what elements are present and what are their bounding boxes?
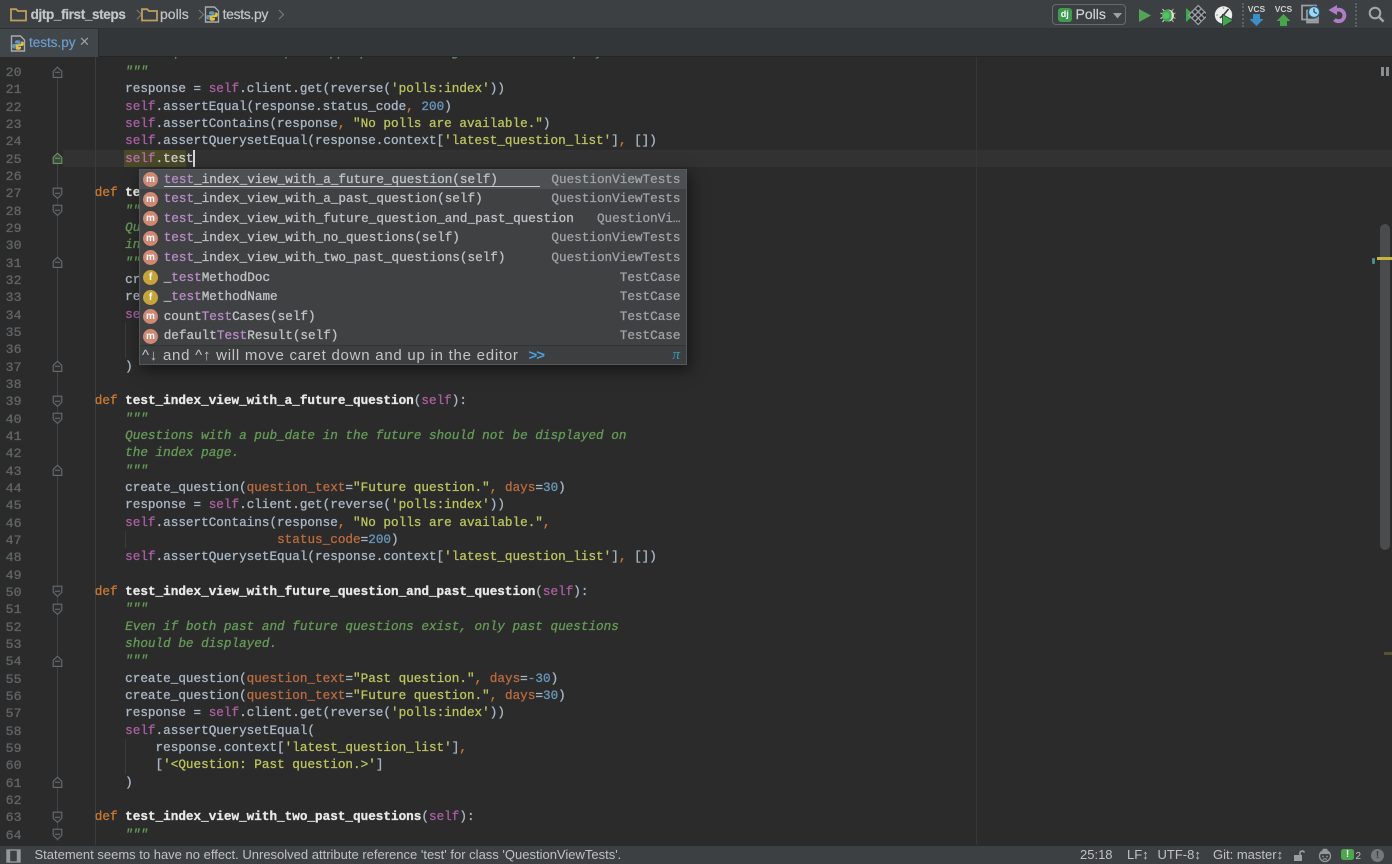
svg-text:VCS: VCS xyxy=(1248,4,1266,14)
svg-text:VCS: VCS xyxy=(1275,4,1293,14)
